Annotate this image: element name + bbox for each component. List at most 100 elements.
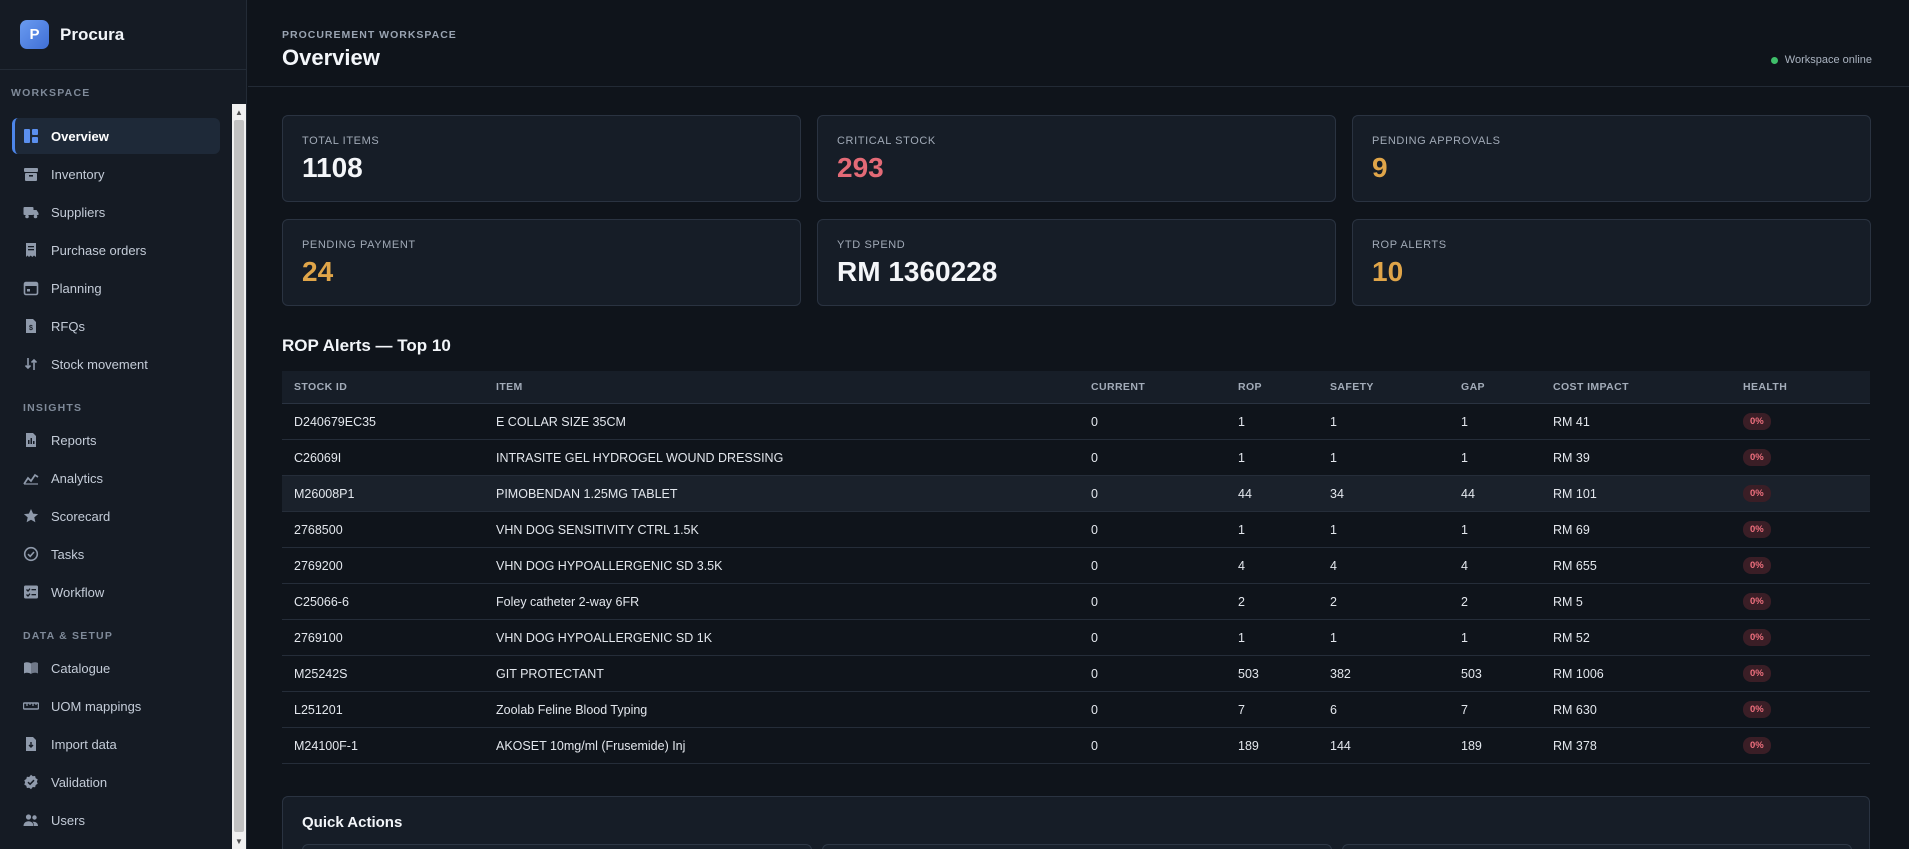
table-row[interactable]: M26008P1 PIMOBENDAN 1.25MG TABLET 0 44 34 44 R…	[282, 476, 1870, 512]
sidebar-item-tasks[interactable]: Tasks	[12, 536, 220, 572]
sidebar-item-import-data[interactable]: Import data	[12, 726, 220, 762]
current-cell: 0	[1091, 594, 1098, 609]
sidebar-item-suppliers[interactable]: Suppliers	[12, 194, 220, 230]
current-cell: 0	[1091, 738, 1098, 753]
cost-impact-cell: RM 41	[1553, 414, 1590, 429]
stat-value: 1108	[302, 152, 363, 183]
sidebar-nav: Workspace Overview Inventory Suppliers P…	[0, 70, 232, 849]
stat-card-total-items[interactable]: TOTAL ITEMS 1108	[282, 115, 801, 202]
document-icon: $	[23, 318, 39, 334]
scroll-up-arrow-icon[interactable]: ▲	[232, 105, 246, 119]
brand[interactable]: P Procura	[0, 0, 246, 70]
table-row[interactable]: M24100F-1 AKOSET 10mg/ml (Frusemide) Inj 0…	[282, 728, 1870, 764]
health-badge: 0%	[1743, 701, 1771, 718]
table-row[interactable]: L251201 Zoolab Feline Blood Typing 0 7 6 7 RM …	[282, 692, 1870, 728]
health-cell: 0%	[1743, 593, 1870, 610]
column-header[interactable]: ROP	[1238, 381, 1330, 393]
gap-cell: 1	[1461, 630, 1468, 645]
sidebar-item-label: Validation	[51, 774, 108, 790]
column-header[interactable]: COST IMPACT	[1553, 381, 1743, 393]
sidebar-item-workflow[interactable]: Workflow	[12, 574, 220, 610]
health-badge: 0%	[1743, 557, 1771, 574]
quick-action-button[interactable]	[822, 844, 1332, 849]
status-indicator: Workspace online	[1770, 54, 1872, 66]
sidebar-item-rfqs[interactable]: $ RFQs	[12, 308, 220, 344]
sidebar-item-label: Overview	[51, 128, 109, 144]
stat-card-pending-payment[interactable]: PENDING PAYMENT 24	[282, 219, 801, 306]
item-cell: VHN DOG SENSITIVITY CTRL 1.5K	[496, 522, 699, 537]
sidebar-scrollbar[interactable]: ▲ ▼	[232, 104, 246, 849]
column-header[interactable]: SAFETY	[1330, 381, 1461, 393]
quick-action-button[interactable]	[1342, 844, 1852, 849]
users-icon	[23, 812, 39, 828]
sidebar-item-scorecard[interactable]: Scorecard	[12, 498, 220, 534]
health-cell: 0%	[1743, 413, 1870, 430]
star-icon	[23, 508, 39, 524]
health-cell: 0%	[1743, 629, 1870, 646]
sidebar-item-label: Stock movement	[51, 356, 148, 372]
scroll-down-arrow-icon[interactable]: ▼	[232, 834, 246, 848]
page-header: PROCUREMENT WORKSPACE Overview Workspace…	[248, 0, 1909, 87]
sidebar-item-analytics[interactable]: Analytics	[12, 460, 220, 496]
status-text: Workspace online	[1784, 54, 1872, 66]
cost-impact-cell: RM 101	[1553, 486, 1597, 501]
sidebar-item-planning[interactable]: Planning	[12, 270, 220, 306]
sidebar-item-label: Tasks	[51, 546, 85, 562]
stat-card-rop-alerts[interactable]: ROP ALERTS 10	[1352, 219, 1871, 306]
column-header[interactable]: GAP	[1461, 381, 1553, 393]
cost-impact-cell: RM 52	[1553, 630, 1590, 645]
table-row[interactable]: 2768500 VHN DOG SENSITIVITY CTRL 1.5K 0 1 1 1…	[282, 512, 1870, 548]
column-header[interactable]: STOCK ID	[282, 381, 496, 393]
sidebar-item-purchase-orders[interactable]: Purchase orders	[12, 232, 220, 268]
sidebar-item-stock-movement[interactable]: Stock movement	[12, 346, 220, 382]
scrollbar-thumb[interactable]	[234, 120, 244, 832]
sidebar-item-users[interactable]: Users	[12, 802, 220, 838]
safety-cell: 144	[1330, 738, 1351, 753]
item-cell: Zoolab Feline Blood Typing	[496, 702, 648, 717]
table-row[interactable]: 2769200 VHN DOG HYPOALLERGENIC SD 3.5K 0 4 4…	[282, 548, 1870, 584]
column-header[interactable]: ITEM	[496, 381, 1091, 393]
stat-card-ytd-spend[interactable]: YTD SPEND RM 1360228	[817, 219, 1336, 306]
health-cell: 0%	[1743, 557, 1870, 574]
stat-label: PENDING APPROVALS	[1372, 135, 1501, 147]
health-badge: 0%	[1743, 485, 1771, 502]
table-row[interactable]: C25066-6 Foley catheter 2-way 6FR 0 2 2 2 RM 5…	[282, 584, 1870, 620]
health-badge: 0%	[1743, 593, 1771, 610]
rop-cell: 44	[1238, 486, 1252, 501]
stat-card-critical-stock[interactable]: CRITICAL STOCK 293	[817, 115, 1336, 202]
calendar-icon	[23, 280, 39, 296]
sidebar-item-reports[interactable]: Reports	[12, 422, 220, 458]
table-row[interactable]: M25242S GIT PROTECTANT 0 503 382 503 RM 1006 0%	[282, 656, 1870, 692]
quick-actions-panel: Quick Actions	[282, 796, 1870, 849]
brand-name: Procura	[60, 24, 125, 44]
sidebar-item-label: Import data	[51, 736, 117, 752]
rop-cell: 7	[1238, 702, 1245, 717]
sidebar-item-uom-mappings[interactable]: UOM mappings	[12, 688, 220, 724]
table-row[interactable]: 2769100 VHN DOG HYPOALLERGENIC SD 1K 0 1 1 1 R…	[282, 620, 1870, 656]
sidebar-item-validation[interactable]: Validation	[12, 764, 220, 800]
gap-cell: 189	[1461, 738, 1482, 753]
stat-value: 10	[1372, 256, 1404, 287]
page-title: Overview	[282, 45, 380, 70]
column-header[interactable]: HEALTH	[1743, 381, 1870, 393]
column-header[interactable]: CURRENT	[1091, 381, 1238, 393]
table-row[interactable]: C26069I INTRASITE GEL HYDROGEL WOUND DRES…	[282, 440, 1870, 476]
sidebar-item-catalogue[interactable]: Catalogue	[12, 650, 220, 686]
page-eyebrow: PROCUREMENT WORKSPACE	[282, 29, 457, 41]
health-cell: 0%	[1743, 521, 1870, 538]
sidebar-item-label: Catalogue	[51, 660, 111, 676]
stat-card-pending-approvals[interactable]: PENDING APPROVALS 9	[1352, 115, 1871, 202]
health-badge: 0%	[1743, 449, 1771, 466]
main-content: PROCUREMENT WORKSPACE Overview Workspace…	[248, 0, 1909, 849]
sidebar-item-inventory[interactable]: Inventory	[12, 156, 220, 192]
chart-line-icon	[23, 470, 39, 486]
online-dot-icon	[1770, 56, 1778, 64]
quick-action-button[interactable]	[302, 844, 812, 849]
current-cell: 0	[1091, 522, 1098, 537]
gap-cell: 4	[1461, 558, 1468, 573]
sidebar-item-overview[interactable]: Overview	[12, 118, 220, 154]
health-badge: 0%	[1743, 413, 1771, 430]
gap-cell: 1	[1461, 450, 1468, 465]
truck-icon	[23, 204, 39, 220]
table-row[interactable]: D240679EC35 E COLLAR SIZE 35CM 0 1 1 1 RM 41 0%	[282, 404, 1870, 440]
